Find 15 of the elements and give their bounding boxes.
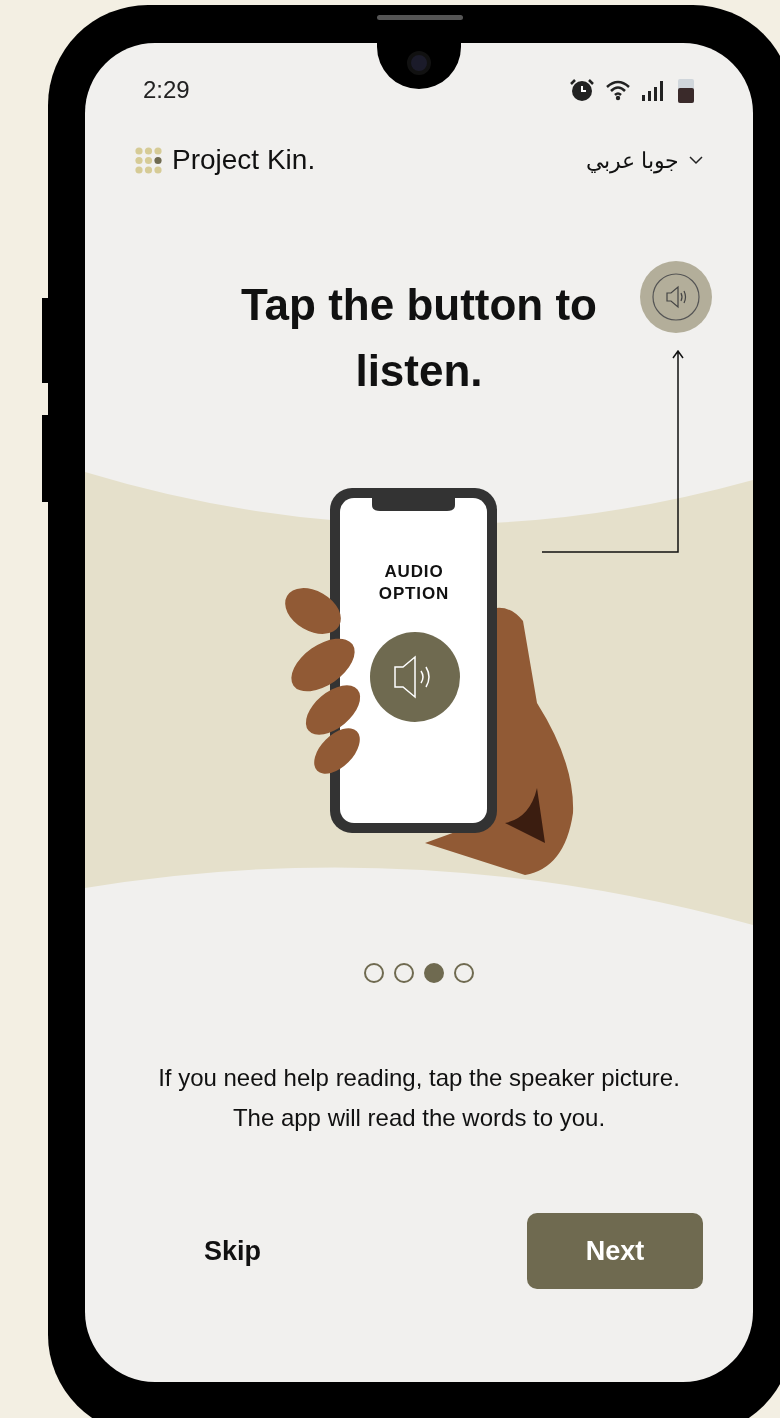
- audio-option-caption: AUDIO OPTION: [377, 561, 451, 605]
- skip-button[interactable]: Skip: [165, 1213, 300, 1289]
- battery-icon: [677, 77, 695, 103]
- alarm-icon: [569, 78, 595, 102]
- logo-icon: [135, 146, 162, 174]
- chevron-down-icon: [689, 155, 703, 165]
- camera-icon: [407, 51, 431, 75]
- status-time: 2:29: [143, 75, 190, 105]
- heading: Tap the button to listen.: [240, 279, 598, 397]
- brand-name: Project Kin.: [172, 143, 316, 177]
- speaker-icon: [651, 272, 701, 322]
- language-selector[interactable]: جوبا عربي: [585, 143, 703, 177]
- wifi-icon: [605, 79, 631, 101]
- body-text: If you need help reading, tap the speaker picture. The app will read the words to you.: [157, 1063, 681, 1133]
- next-button[interactable]: Next: [527, 1213, 703, 1289]
